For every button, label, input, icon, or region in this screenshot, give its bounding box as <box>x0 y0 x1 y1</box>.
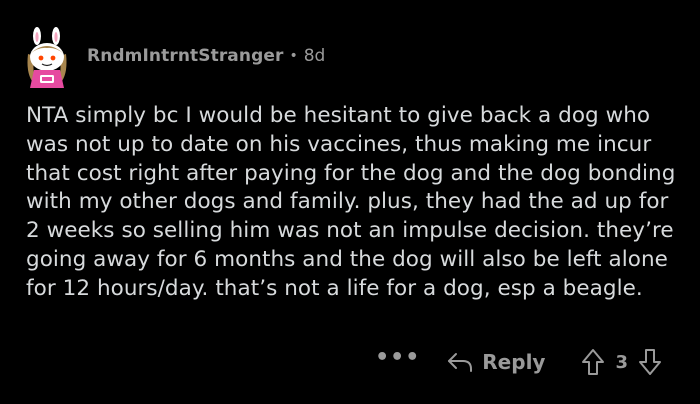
comment-body: NTA simply bc I would be hesitant to giv… <box>26 103 676 301</box>
reply-label: Reply <box>482 350 546 374</box>
vote-score: 3 <box>615 351 628 373</box>
downvote-arrow-icon[interactable] <box>638 348 662 376</box>
author-username[interactable]: RndmIntrntStranger <box>87 46 283 66</box>
comment: RndmIntrntStranger • 8d NTA simply bc I … <box>0 0 700 404</box>
more-options-button[interactable]: ••• <box>375 347 420 376</box>
upvote-arrow-icon[interactable] <box>581 348 605 376</box>
reply-arrow-icon <box>448 353 473 372</box>
comment-header: RndmIntrntStranger • 8d <box>20 26 325 88</box>
comment-age: 8d <box>303 46 326 66</box>
comment-meta: RndmIntrntStranger • 8d <box>87 46 325 66</box>
meta-separator: • <box>289 48 298 64</box>
vote-controls: 3 <box>581 348 662 376</box>
comment-actions: ••• Reply 3 <box>375 345 662 379</box>
snoo-avatar-icon[interactable] <box>20 26 76 88</box>
reply-button[interactable]: Reply <box>446 350 545 374</box>
